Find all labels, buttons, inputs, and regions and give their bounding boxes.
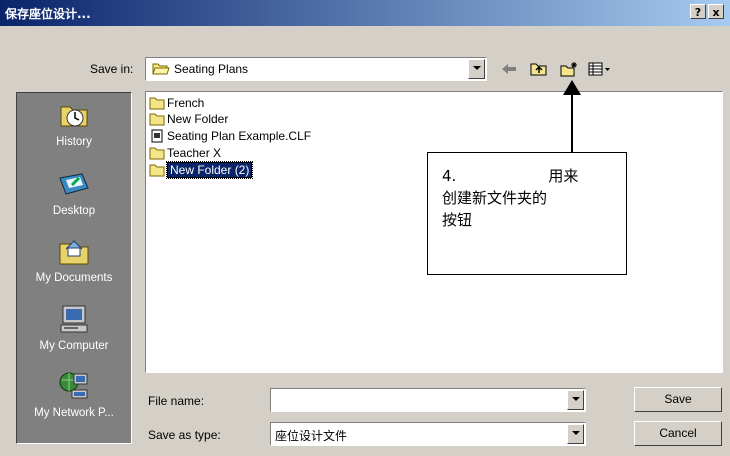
back-arrow-icon[interactable] (500, 61, 518, 77)
file-name-input[interactable] (270, 388, 586, 412)
save-as-type-select[interactable]: 座位设计文件 (270, 422, 586, 446)
save-in-value: Seating Plans (174, 62, 249, 76)
save-in-label: Save in: (90, 62, 134, 76)
help-button[interactable]: ? (690, 4, 706, 19)
annotation-arrow-head (563, 80, 581, 95)
folder-icon (149, 147, 165, 160)
save-as-type-dropdown-arrow[interactable] (567, 424, 584, 444)
folder-icon (149, 113, 165, 126)
close-button[interactable]: x (708, 4, 724, 19)
annotation-number: 4. (442, 167, 457, 185)
list-item-selected[interactable]: New Folder (2) (149, 161, 254, 179)
save-in-combo[interactable]: Seating Plans (145, 57, 487, 81)
file-name-label: File name: (148, 394, 205, 408)
save-dialog: 保存座位设计... ? x Save in: Seating Plans His… (0, 0, 730, 456)
folder-open-icon (152, 63, 170, 75)
title-bar: 保存座位设计... ? x (0, 0, 730, 26)
place-my-network[interactable]: My Network P... (17, 370, 131, 419)
up-folder-icon[interactable] (530, 61, 548, 77)
file-name: New Folder (167, 112, 229, 126)
list-item[interactable]: Seating Plan Example.CLF (149, 128, 311, 144)
new-folder-icon[interactable] (560, 61, 578, 77)
save-in-dropdown-arrow[interactable] (468, 59, 485, 79)
file-name: Seating Plan Example.CLF (167, 129, 312, 143)
annotation-line3: 按钮 (442, 211, 473, 229)
place-label: History (56, 136, 92, 148)
annotation-line2: 创建新文件夹的 (442, 189, 548, 207)
save-as-type-value: 座位设计文件 (275, 429, 348, 443)
place-my-computer[interactable]: My Computer (17, 303, 131, 352)
place-label: My Computer (39, 340, 109, 352)
place-history[interactable]: History (17, 99, 131, 148)
file-name: Teacher X (167, 146, 222, 160)
list-item[interactable]: French (149, 95, 204, 111)
place-desktop[interactable]: Desktop (17, 168, 131, 217)
file-name-dropdown-arrow[interactable] (567, 390, 584, 410)
place-label: My Network P... (34, 407, 114, 419)
place-label: My Documents (35, 272, 113, 284)
place-my-documents[interactable]: My Documents (17, 235, 131, 284)
my-computer-icon (60, 305, 88, 333)
save-as-type-label: Save as type: (148, 428, 221, 442)
annotation-callout: 4. 用来 创建新文件夹的 按钮 (427, 152, 627, 275)
document-icon (151, 129, 163, 143)
my-documents-icon (59, 240, 89, 265)
desktop-icon (59, 173, 89, 195)
save-button[interactable]: Save (634, 387, 722, 412)
rename-field[interactable]: New Folder (2) (165, 161, 254, 179)
views-menu-icon[interactable] (588, 61, 612, 77)
list-item[interactable]: New Folder (149, 111, 228, 127)
annotation-arrow-line (571, 94, 573, 152)
list-item[interactable]: Teacher X (149, 145, 221, 161)
my-network-icon (59, 372, 88, 399)
place-label: Desktop (52, 205, 96, 217)
dialog-title: 保存座位设计... (5, 7, 91, 21)
history-icon (60, 106, 88, 127)
folder-icon (149, 97, 165, 110)
places-bar: History Desktop My Documents My Computer… (16, 92, 132, 444)
folder-icon (149, 164, 165, 177)
cancel-button[interactable]: Cancel (634, 421, 722, 446)
annotation-line1: 用来 (548, 167, 579, 185)
file-name: French (167, 96, 205, 110)
